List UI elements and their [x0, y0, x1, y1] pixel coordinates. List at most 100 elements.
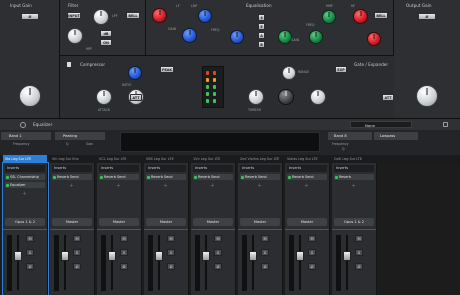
insert-slot[interactable]: Reverb Send: [287, 174, 327, 180]
insert-slot[interactable]: Reverb: [334, 174, 374, 180]
volume-fader[interactable]: [202, 251, 210, 261]
volume-fader[interactable]: [249, 251, 257, 261]
mute-button[interactable]: M: [167, 235, 175, 242]
insert-slot[interactable]: Reverb Send: [193, 174, 233, 180]
channel-name[interactable]: 2nd Violins Leg Sur LTE: [238, 155, 282, 163]
channel-strip[interactable]: Vln Leg Sur Ens Inserts Reverb Send + Master…: [50, 155, 95, 295]
gate-range-knob[interactable]: [282, 66, 296, 80]
insert-slot[interactable]: Reverb Send: [240, 174, 280, 180]
solo-button[interactable]: S: [214, 249, 222, 256]
insert-active-icon[interactable]: [6, 175, 9, 179]
gate-release-knob[interactable]: [310, 89, 326, 105]
band1-header[interactable]: Band 1: [1, 132, 51, 140]
preset-dropdown[interactable]: None: [350, 121, 412, 128]
comp-attack-knob[interactable]: [96, 89, 112, 105]
add-insert-icon[interactable]: +: [257, 184, 262, 189]
volume-fader[interactable]: [296, 251, 304, 261]
channel-strip[interactable]: VCL Leg Sur LFE Inserts Reverb Send + Master…: [97, 155, 142, 295]
solo-button[interactable]: S: [355, 249, 363, 256]
output-routing-select[interactable]: Master: [287, 218, 327, 226]
hmf-gain-knob[interactable]: [278, 30, 292, 44]
volume-fader[interactable]: [155, 251, 163, 261]
channel-name[interactable]: VCL Leg Sur LFE: [97, 155, 141, 163]
solo-button[interactable]: S: [261, 249, 269, 256]
add-insert-icon[interactable]: +: [163, 184, 168, 189]
fader-track[interactable]: [252, 235, 254, 290]
channel-name[interactable]: 1Vn Leg Sur LTE: [191, 155, 235, 163]
channel-name[interactable]: VBS Leg Sur LFE: [144, 155, 188, 163]
input-phase-button[interactable]: Ø: [21, 13, 39, 20]
output-routing-select[interactable]: Opus 1 & 2: [334, 218, 374, 226]
eq-side-button-1[interactable]: 4: [258, 14, 265, 21]
insert-active-icon[interactable]: [288, 175, 291, 179]
insert-slot[interactable]: Equalizer: [5, 182, 45, 188]
input-gain-knob[interactable]: [19, 85, 41, 107]
fader-track[interactable]: [111, 235, 113, 290]
output-routing-select[interactable]: Master: [99, 218, 139, 226]
fader-track[interactable]: [299, 235, 301, 290]
phase-button[interactable]: Ø: [214, 263, 222, 270]
lmf-q-knob[interactable]: [230, 30, 244, 44]
filter-db-button[interactable]: dB: [100, 30, 112, 37]
add-insert-icon[interactable]: +: [22, 192, 27, 197]
phase-button[interactable]: Ø: [261, 263, 269, 270]
output-routing-select[interactable]: Opus 1 & 2: [5, 218, 45, 226]
channel-strip[interactable]: Celli Leg Sur LTE Inserts Reverb + Opus 1 & …: [332, 155, 377, 295]
insert-active-icon[interactable]: [335, 175, 338, 179]
band8-type-select[interactable]: Lowpass: [374, 132, 418, 140]
hmf-q-knob[interactable]: [322, 10, 336, 24]
hmf-freq-knob[interactable]: [309, 30, 323, 44]
output-routing-select[interactable]: Master: [193, 218, 233, 226]
gate-thresh-knob[interactable]: [248, 89, 264, 105]
solo-button[interactable]: S: [120, 249, 128, 256]
phase-button[interactable]: Ø: [26, 263, 34, 270]
solo-button[interactable]: S: [167, 249, 175, 256]
channel-strip[interactable]: Violas Leg Sur LTE Inserts Reverb Send + Mas…: [285, 155, 330, 295]
comp-ratio-knob[interactable]: [128, 66, 142, 80]
volume-fader[interactable]: [14, 251, 22, 261]
output-gain-knob[interactable]: [416, 85, 438, 107]
channel-name[interactable]: Vln Leg Sur Ens: [50, 155, 94, 163]
settings-icon[interactable]: [443, 122, 448, 127]
lmf-freq-knob[interactable]: [198, 9, 212, 23]
add-insert-icon[interactable]: +: [116, 184, 121, 189]
volume-fader[interactable]: [343, 251, 351, 261]
add-insert-icon[interactable]: +: [69, 184, 74, 189]
gate-att-button[interactable]: ATT: [382, 94, 394, 101]
solo-button[interactable]: S: [308, 249, 316, 256]
output-routing-select[interactable]: Master: [240, 218, 280, 226]
insert-slot[interactable]: Reverb Send: [146, 174, 186, 180]
insert-active-icon[interactable]: [147, 175, 150, 179]
channel-strip[interactable]: 1Vn Leg Sur LTE Inserts Reverb Send + Master…: [191, 155, 236, 295]
lpf-knob[interactable]: [93, 9, 109, 25]
solo-button[interactable]: S: [26, 249, 34, 256]
compressor-enable-button[interactable]: [66, 61, 72, 68]
channel-strip[interactable]: VBS Leg Sur LFE Inserts Reverb Send + Master…: [144, 155, 189, 295]
comp-att-button-2[interactable]: ATT: [130, 94, 142, 101]
phase-button[interactable]: Ø: [355, 263, 363, 270]
eq-side-button-2[interactable]: E: [258, 23, 265, 30]
fader-track[interactable]: [158, 235, 160, 290]
eq-side-button-3[interactable]: A: [258, 32, 265, 39]
volume-fader[interactable]: [61, 251, 69, 261]
hf-gain-knob[interactable]: [353, 9, 368, 24]
eq-bell-button-left[interactable]: BELL: [126, 12, 140, 19]
mute-button[interactable]: M: [73, 235, 81, 242]
add-insert-icon[interactable]: +: [351, 184, 356, 189]
output-phase-button[interactable]: Ø: [418, 13, 436, 20]
phase-button[interactable]: Ø: [308, 263, 316, 270]
insert-active-icon[interactable]: [100, 175, 103, 179]
filter-on-button[interactable]: ON: [100, 39, 112, 46]
mute-button[interactable]: M: [355, 235, 363, 242]
volume-fader[interactable]: [108, 251, 116, 261]
insert-slot[interactable]: Reverb Send: [52, 174, 92, 180]
insert-active-icon[interactable]: [241, 175, 244, 179]
channel-strip[interactable]: Vla Leg Sur LFE Inserts SSL Channelstrip Eq…: [2, 155, 49, 295]
mute-button[interactable]: M: [214, 235, 222, 242]
fader-track[interactable]: [205, 235, 207, 290]
add-insert-icon[interactable]: +: [304, 184, 309, 189]
mute-button[interactable]: M: [261, 235, 269, 242]
lf-gain-knob[interactable]: [152, 8, 167, 23]
phase-button[interactable]: Ø: [73, 263, 81, 270]
insert-active-icon[interactable]: [53, 175, 56, 179]
